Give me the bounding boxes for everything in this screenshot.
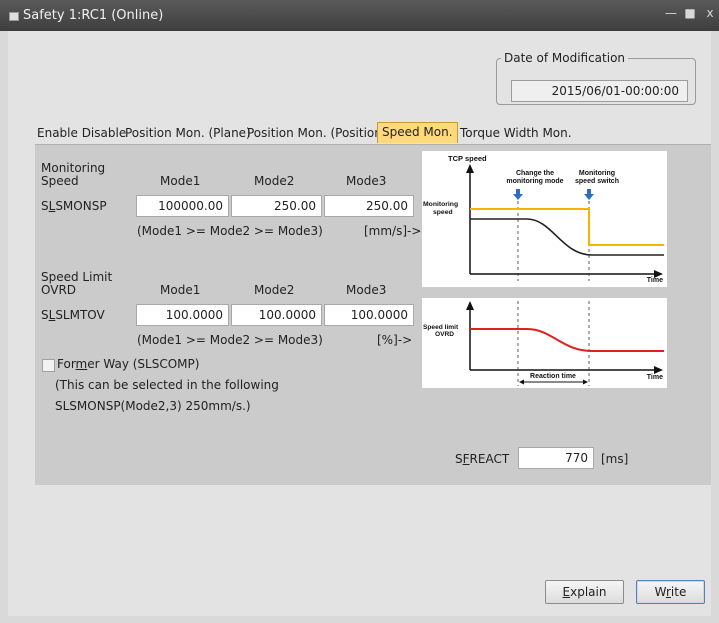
tab-enable-disable[interactable]: Enable Disable xyxy=(37,126,126,140)
diagram1-y-title: TCP speed xyxy=(448,154,487,163)
diagram2-x-label: Time xyxy=(647,374,663,381)
ovrd-rule: (Mode1 >= Mode2 >= Mode3) xyxy=(137,333,323,347)
slsmonsp-mode1-input[interactable]: 100000.00 xyxy=(136,195,229,217)
sfreact-unit: [ms] xyxy=(601,452,629,466)
safety-window: Safety 1:RC1 (Online) — ■ x Date of Modi… xyxy=(0,0,719,623)
monitoring-unit: [mm/s]-> xyxy=(364,224,422,238)
tab-speed-mon[interactable]: Speed Mon. xyxy=(377,122,458,143)
diagram1-left-l1: Monitoring xyxy=(423,201,458,208)
tab-bar: Enable Disable Position Mon. (Plane) Pos… xyxy=(8,122,711,144)
explain-button[interactable]: Explain xyxy=(545,580,624,604)
tab-position-mon-position[interactable]: Position Mon. (Position) xyxy=(247,126,387,140)
ovrd-mode2-header: Mode2 xyxy=(254,283,295,297)
sfreact-input[interactable]: 770 xyxy=(518,447,594,469)
monitoring-mode3-header: Mode3 xyxy=(346,174,387,188)
monitoring-header-line1: Monitoring xyxy=(41,161,106,175)
write-button[interactable]: Write xyxy=(636,580,705,604)
slsmonsp-mode2-input[interactable]: 250.00 xyxy=(231,195,322,217)
diagram1-switch-l1: Monitoring xyxy=(579,170,615,177)
tab-torque-width-mon[interactable]: Torque Width Mon. xyxy=(460,126,572,140)
monitoring-mode2-header: Mode2 xyxy=(254,174,295,188)
monitoring-speed-diagram: TCP speed Time Change the monitoring mod… xyxy=(422,151,667,287)
ovrd-mode3-header: Mode3 xyxy=(346,283,387,297)
client-area: Date of Modification 2015/06/01-00:00:00… xyxy=(8,31,711,616)
date-of-modification-value: 2015/06/01-00:00:00 xyxy=(511,80,688,102)
former-way-note-line2: SLSMONSP(Mode2,3) 250mm/s.) xyxy=(55,399,251,413)
diagram1-switch-l2: speed switch xyxy=(575,178,619,185)
maximize-icon[interactable]: ■ xyxy=(683,6,697,20)
diagram2-left-l2: OVRD xyxy=(435,331,454,338)
slsmonsp-mode3-input[interactable]: 250.00 xyxy=(324,195,414,217)
former-way-checkbox[interactable] xyxy=(42,359,55,372)
minimize-icon[interactable]: — xyxy=(664,6,678,20)
slslmtov-mode1-input[interactable]: 100.0000 xyxy=(136,304,229,326)
close-icon[interactable]: x xyxy=(703,6,717,20)
title-bar: Safety 1:RC1 (Online) — ■ x xyxy=(0,0,719,31)
diagram2-left-l1: Speed limit xyxy=(423,324,459,331)
ovrd-header-line2: OVRD xyxy=(41,283,77,297)
sfreact-label: SFREACT xyxy=(455,452,510,466)
date-of-modification-group: Date of Modification 2015/06/01-00:00:00 xyxy=(496,51,696,105)
speed-mon-panel: Monitoring Speed Mode1 Mode2 Mode3 SLSMO… xyxy=(35,144,711,485)
diagram1-marker-switch xyxy=(587,189,591,194)
former-way-note-line1: (This can be selected in the following xyxy=(55,378,279,392)
window-icon xyxy=(9,12,19,21)
diagram1-left-l2: speed xyxy=(433,209,453,216)
former-way-label[interactable]: Former Way (SLSCOMP) xyxy=(57,357,199,371)
monitoring-header-line2: Speed xyxy=(41,174,79,188)
ovrd-header-line1: Speed Limit xyxy=(41,270,113,284)
monitoring-rule: (Mode1 >= Mode2 >= Mode3) xyxy=(137,224,323,238)
window-title: Safety 1:RC1 (Online) xyxy=(23,8,164,23)
slslmtov-mode3-input[interactable]: 100.0000 xyxy=(324,304,414,326)
slsmonsp-label: SLSMONSP xyxy=(41,199,107,213)
date-of-modification-label: Date of Modification xyxy=(504,51,626,65)
ovrd-mode1-header: Mode1 xyxy=(160,283,201,297)
tab-position-mon-plane[interactable]: Position Mon. (Plane) xyxy=(125,126,251,140)
diagram2-reaction-label: Reaction time xyxy=(530,373,576,380)
diagram1-x-label: Time xyxy=(647,277,663,284)
slslmtov-mode2-input[interactable]: 100.0000 xyxy=(231,304,322,326)
slslmtov-label: SLSLMTOV xyxy=(41,308,105,322)
monitoring-mode1-header: Mode1 xyxy=(160,174,201,188)
diagram1-marker-change xyxy=(516,189,520,194)
diagram1-change-l2: monitoring mode xyxy=(506,178,563,185)
speed-limit-ovrd-diagram: Time Speed limit OVRD Reaction time xyxy=(422,298,667,388)
diagram1-change-l1: Change the xyxy=(516,170,554,177)
ovrd-unit: [%]-> xyxy=(377,333,413,347)
